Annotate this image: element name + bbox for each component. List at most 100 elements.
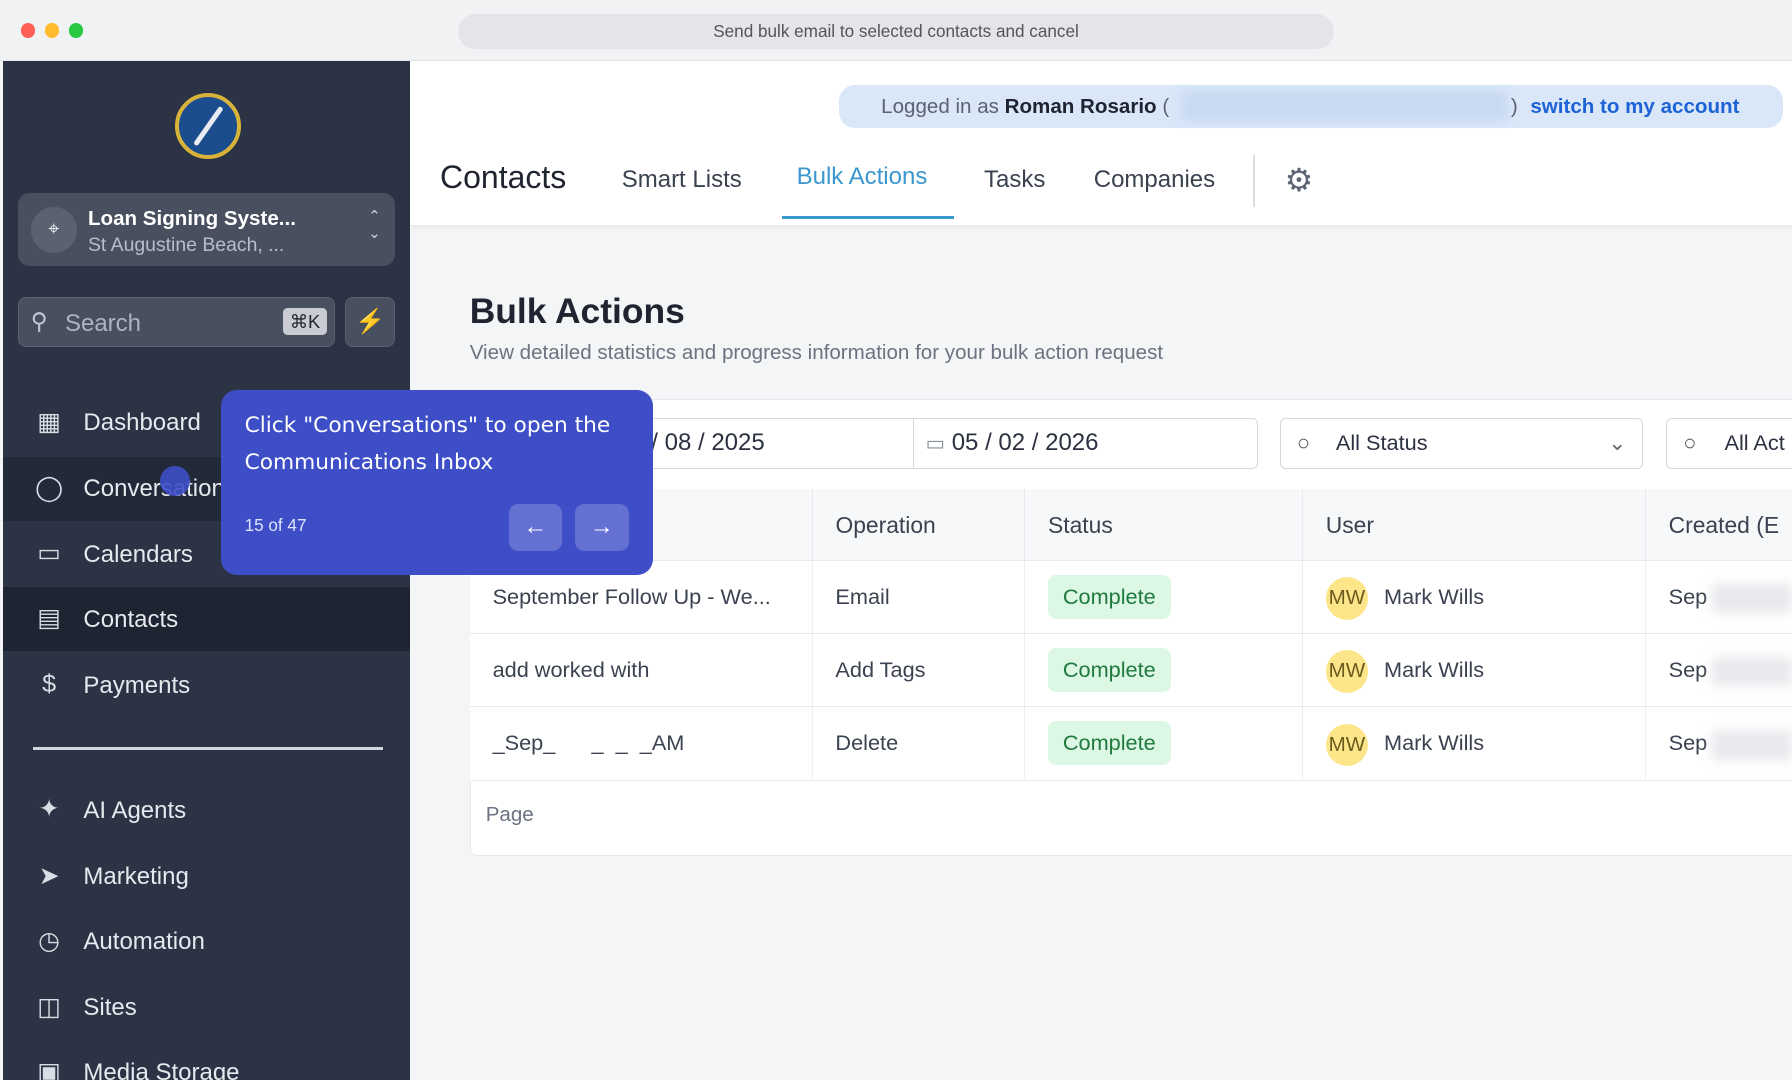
- sidebar-item-payments[interactable]: $ Payments: [3, 654, 410, 718]
- tour-hotspot[interactable]: [160, 466, 190, 496]
- status-filter-select[interactable]: ○ All Status ⌄: [1280, 418, 1644, 469]
- user-cell: MW Mark Wills: [1303, 561, 1646, 634]
- search-icon: ○: [1297, 430, 1311, 456]
- table-row[interactable]: add worked with Add Tags Complete MW Mark…: [469, 634, 1792, 708]
- status-cell: Complete: [1025, 561, 1303, 634]
- minimize-window-button[interactable]: [44, 22, 60, 38]
- close-window-button[interactable]: [20, 22, 36, 38]
- sidebar-item-marketing[interactable]: ➤ Marketing: [3, 845, 410, 909]
- start-date-input[interactable]: / 08 / 2025: [616, 418, 914, 469]
- tab-tasks[interactable]: Tasks: [984, 166, 1045, 194]
- account-location: St Augustine Beach, ...: [87, 234, 285, 257]
- end-date-value: 05 / 02 / 2026: [951, 429, 1099, 457]
- send-icon: ➤: [38, 861, 60, 890]
- user-name: Mark Wills: [1384, 657, 1485, 683]
- nav-label: Payments: [83, 672, 191, 699]
- calendar-icon: ▭: [925, 432, 946, 456]
- created-date: Sep: [1668, 730, 1708, 756]
- redacted-date: [1711, 583, 1792, 614]
- bulk-action-name[interactable]: _Sep_ _ _ _AM: [470, 707, 813, 780]
- status-cell: Complete: [1025, 707, 1303, 780]
- tab-bulk-actions[interactable]: Bulk Actions: [797, 163, 928, 191]
- sidebar-divider: [33, 747, 383, 750]
- browser-titlebar: Send bulk email to selected contacts and…: [0, 0, 1792, 61]
- chevron-down-icon: ⌄: [1608, 430, 1627, 456]
- nav-label: Automation: [83, 928, 205, 956]
- tour-step-counter: 15 of 47: [244, 515, 307, 536]
- payments-icon: $: [42, 669, 57, 698]
- paren-close: ): [1510, 94, 1518, 118]
- sidebar-item-contacts[interactable]: ▤ Contacts: [3, 587, 411, 652]
- action-filter-value: All Act: [1724, 430, 1785, 456]
- chat-icon: ◯: [35, 474, 64, 503]
- previous-step-button[interactable]: ←: [508, 504, 563, 551]
- address-bar[interactable]: Send bulk email to selected contacts and…: [458, 13, 1334, 50]
- status-badge: Complete: [1048, 575, 1171, 619]
- avatar: MW: [1325, 650, 1369, 693]
- active-tab-indicator: [781, 215, 955, 220]
- sidebar-item-ai-agents[interactable]: ✦ AI Agents: [3, 778, 410, 842]
- user-name: Mark Wills: [1384, 730, 1485, 756]
- tab-companies[interactable]: Companies: [1094, 166, 1215, 194]
- column-header-status[interactable]: Status: [1025, 489, 1303, 562]
- sidebar-item-automation[interactable]: ◷ Automation: [3, 910, 410, 974]
- section-title[interactable]: Contacts: [440, 159, 566, 196]
- quick-actions-button[interactable]: ⚡: [345, 297, 396, 348]
- automation-icon: ◷: [38, 926, 61, 955]
- chevron-updown-icon: ⌃ ⌄: [368, 209, 381, 243]
- account-name: Loan Signing Syste...: [87, 206, 296, 230]
- image-icon: ▣: [37, 1058, 61, 1080]
- created-date: Sep: [1668, 657, 1708, 683]
- end-date-input[interactable]: ▭ 05 / 02 / 2026: [913, 418, 1259, 469]
- user-name: Mark Wills: [1384, 584, 1485, 610]
- action-filter-select[interactable]: ○ All Act: [1666, 418, 1792, 469]
- table-row[interactable]: September Follow Up - We... Email Comple…: [469, 561, 1792, 635]
- globe-icon: ◫: [37, 993, 61, 1022]
- next-step-button[interactable]: →: [574, 504, 629, 551]
- lightning-icon: ⚡: [355, 308, 386, 336]
- column-header-created[interactable]: Created (E: [1645, 489, 1792, 562]
- search-input[interactable]: ⚲ Search ⌘K: [18, 297, 335, 348]
- logged-in-text: Logged in as Roman Rosario (: [881, 94, 1170, 118]
- search-icon: ⚲: [30, 308, 48, 335]
- switch-account-link[interactable]: switch to my account: [1530, 85, 1739, 128]
- column-header-user[interactable]: User: [1302, 489, 1646, 562]
- bulk-action-name[interactable]: add worked with: [470, 634, 813, 707]
- page-header: Logged in as Roman Rosario ( ) switch to…: [410, 60, 1792, 226]
- created-cell: Sep: [1646, 634, 1792, 706]
- sparkle-icon: ✦: [38, 795, 60, 824]
- nav-label: Calendars: [83, 540, 193, 568]
- column-header-operation[interactable]: Operation: [812, 489, 1026, 562]
- arrow-left-icon: ←: [523, 513, 548, 540]
- avatar: MW: [1325, 577, 1369, 620]
- status-badge: Complete: [1048, 721, 1171, 765]
- shortcut-badge: ⌘K: [282, 308, 327, 335]
- operation-cell: Email: [813, 561, 1026, 634]
- sidebar-item-sites[interactable]: ◫ Sites: [3, 976, 410, 1040]
- gear-icon[interactable]: ⚙: [1285, 161, 1314, 199]
- table-row[interactable]: _Sep_ _ _ _AM Delete Complete MW Mark Wil…: [469, 707, 1792, 781]
- tab-smart-lists[interactable]: Smart Lists: [622, 166, 742, 194]
- created-cell: Sep: [1646, 707, 1792, 779]
- search-placeholder: Search: [64, 309, 142, 337]
- maximize-window-button[interactable]: [68, 22, 84, 38]
- account-switcher[interactable]: ⌖ Loan Signing Syste... St Augustine Bea…: [18, 193, 396, 267]
- tab-separator: [1252, 155, 1255, 207]
- avatar: MW: [1325, 723, 1369, 766]
- grid-icon: ▦: [37, 407, 61, 436]
- arrow-right-icon: →: [589, 513, 614, 540]
- redacted-date: [1711, 729, 1792, 760]
- operation-cell: Add Tags: [813, 634, 1026, 707]
- location-pin-icon: ⌖: [30, 206, 77, 253]
- tour-tooltip: Click "Conversations" to open the Commun…: [220, 389, 653, 575]
- nav-label: AI Agents: [83, 796, 187, 824]
- nav-label: Media Storage: [83, 1059, 240, 1080]
- contacts-icon: ▤: [37, 604, 61, 633]
- redacted-email: [1181, 91, 1508, 122]
- created-cell: Sep: [1646, 561, 1792, 633]
- nav-label: Sites: [83, 994, 137, 1022]
- tooltip-text: Click "Conversations" to open the Commun…: [244, 413, 611, 475]
- sidebar-item-media-storage[interactable]: ▣ Media Storage: [3, 1041, 410, 1080]
- search-icon: ○: [1683, 430, 1697, 456]
- nav-label: Marketing: [83, 862, 189, 890]
